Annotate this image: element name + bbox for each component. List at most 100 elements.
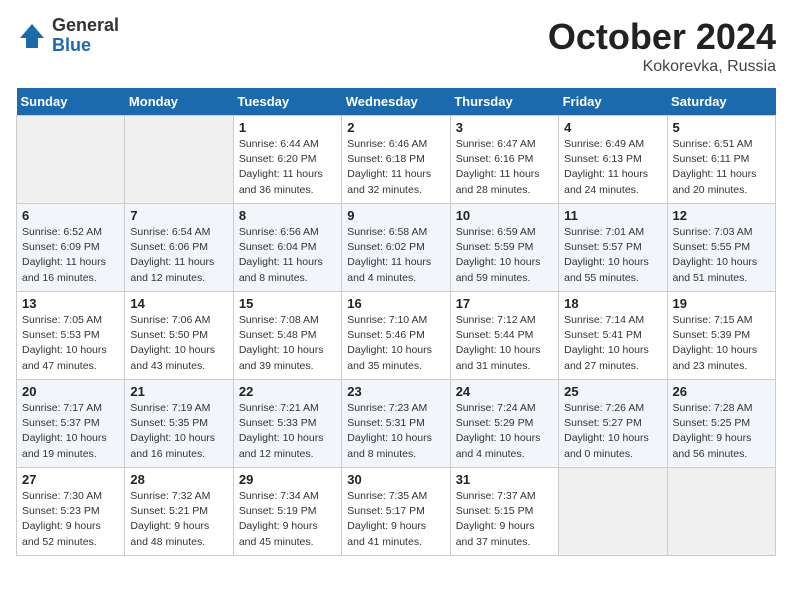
day-number: 23 — [347, 384, 444, 399]
day-info: Sunrise: 6:51 AM Sunset: 6:11 PM Dayligh… — [673, 137, 770, 198]
calendar-cell: 27Sunrise: 7:30 AM Sunset: 5:23 PM Dayli… — [17, 468, 125, 556]
day-info: Sunrise: 7:30 AM Sunset: 5:23 PM Dayligh… — [22, 489, 119, 550]
day-info: Sunrise: 7:34 AM Sunset: 5:19 PM Dayligh… — [239, 489, 336, 550]
day-number: 10 — [456, 208, 553, 223]
calendar-cell: 23 Sunrise: 7:23 AM Sunset: 5:31 PM Dayli… — [342, 380, 450, 468]
logo-icon — [16, 20, 48, 52]
day-number: 17 — [456, 296, 553, 311]
calendar-cell: 5Sunrise: 6:51 AM Sunset: 6:11 PM Daylig… — [667, 116, 775, 204]
calendar-cell — [17, 116, 125, 204]
column-header-friday: Friday — [559, 88, 667, 116]
logo-blue: Blue — [52, 36, 119, 56]
calendar-cell: 26Sunrise: 7:28 AM Sunset: 5:25 PM Dayli… — [667, 380, 775, 468]
logo-general: General — [52, 16, 119, 36]
day-info: Sunrise: 7:21 AM Sunset: 5:33 PM Dayligh… — [239, 401, 336, 462]
day-info: Sunrise: 6:44 AM Sunset: 6:20 PM Dayligh… — [239, 137, 336, 198]
calendar-cell: 16 Sunrise: 7:10 AM Sunset: 5:46 PM Dayli… — [342, 292, 450, 380]
calendar-cell: 22 Sunrise: 7:21 AM Sunset: 5:33 PM Dayli… — [233, 380, 341, 468]
column-header-thursday: Thursday — [450, 88, 558, 116]
day-number: 13 — [22, 296, 119, 311]
day-number: 14 — [130, 296, 227, 311]
calendar-cell — [125, 116, 233, 204]
day-number: 28 — [130, 472, 227, 487]
day-info: Sunrise: 7:06 AM Sunset: 5:50 PM Dayligh… — [130, 313, 227, 374]
calendar-cell — [667, 468, 775, 556]
day-number: 16 — [347, 296, 444, 311]
calendar-cell: 15Sunrise: 7:08 AM Sunset: 5:48 PM Dayli… — [233, 292, 341, 380]
day-number: 19 — [673, 296, 770, 311]
day-info: Sunrise: 7:08 AM Sunset: 5:48 PM Dayligh… — [239, 313, 336, 374]
title-block: October 2024 Kokorevka, Russia — [548, 16, 776, 76]
calendar-cell: 21 Sunrise: 7:19 AM Sunset: 5:35 PM Dayli… — [125, 380, 233, 468]
calendar-cell: 6 Sunrise: 6:52 AM Sunset: 6:09 PM Daylig… — [17, 204, 125, 292]
day-info: Sunrise: 7:37 AM Sunset: 5:15 PM Dayligh… — [456, 489, 553, 550]
calendar-table: SundayMondayTuesdayWednesdayThursdayFrid… — [16, 88, 776, 556]
day-number: 20 — [22, 384, 119, 399]
day-number: 7 — [130, 208, 227, 223]
day-number: 9 — [347, 208, 444, 223]
calendar-cell: 20 Sunrise: 7:17 AM Sunset: 5:37 PM Dayli… — [17, 380, 125, 468]
calendar-week-row: 1 Sunrise: 6:44 AM Sunset: 6:20 PM Daylig… — [17, 116, 776, 204]
calendar-cell: 19 Sunrise: 7:15 AM Sunset: 5:39 PM Dayli… — [667, 292, 775, 380]
day-number: 8 — [239, 208, 336, 223]
calendar-cell: 28Sunrise: 7:32 AM Sunset: 5:21 PM Dayli… — [125, 468, 233, 556]
day-info: Sunrise: 7:15 AM Sunset: 5:39 PM Dayligh… — [673, 313, 770, 374]
day-number: 25 — [564, 384, 661, 399]
calendar-cell: 13 Sunrise: 7:05 AM Sunset: 5:53 PM Dayli… — [17, 292, 125, 380]
page-header: General Blue October 2024 Kokorevka, Rus… — [16, 16, 776, 76]
column-header-monday: Monday — [125, 88, 233, 116]
day-number: 6 — [22, 208, 119, 223]
day-info: Sunrise: 7:19 AM Sunset: 5:35 PM Dayligh… — [130, 401, 227, 462]
day-info: Sunrise: 7:17 AM Sunset: 5:37 PM Dayligh… — [22, 401, 119, 462]
day-info: Sunrise: 7:01 AM Sunset: 5:57 PM Dayligh… — [564, 225, 661, 286]
day-info: Sunrise: 7:35 AM Sunset: 5:17 PM Dayligh… — [347, 489, 444, 550]
logo: General Blue — [16, 16, 119, 56]
calendar-cell: 31 Sunrise: 7:37 AM Sunset: 5:15 PM Dayli… — [450, 468, 558, 556]
calendar-cell: 1 Sunrise: 6:44 AM Sunset: 6:20 PM Daylig… — [233, 116, 341, 204]
day-info: Sunrise: 7:10 AM Sunset: 5:46 PM Dayligh… — [347, 313, 444, 374]
day-number: 31 — [456, 472, 553, 487]
column-header-tuesday: Tuesday — [233, 88, 341, 116]
calendar-cell: 24 Sunrise: 7:24 AM Sunset: 5:29 PM Dayli… — [450, 380, 558, 468]
day-number: 26 — [673, 384, 770, 399]
day-info: Sunrise: 6:46 AM Sunset: 6:18 PM Dayligh… — [347, 137, 444, 198]
day-info: Sunrise: 7:12 AM Sunset: 5:44 PM Dayligh… — [456, 313, 553, 374]
calendar-cell: 25 Sunrise: 7:26 AM Sunset: 5:27 PM Dayli… — [559, 380, 667, 468]
day-number: 21 — [130, 384, 227, 399]
day-info: Sunrise: 7:26 AM Sunset: 5:27 PM Dayligh… — [564, 401, 661, 462]
day-info: Sunrise: 7:03 AM Sunset: 5:55 PM Dayligh… — [673, 225, 770, 286]
day-number: 24 — [456, 384, 553, 399]
day-info: Sunrise: 6:56 AM Sunset: 6:04 PM Dayligh… — [239, 225, 336, 286]
day-number: 22 — [239, 384, 336, 399]
calendar-cell: 29 Sunrise: 7:34 AM Sunset: 5:19 PM Dayli… — [233, 468, 341, 556]
calendar-cell: 12 Sunrise: 7:03 AM Sunset: 5:55 PM Dayli… — [667, 204, 775, 292]
calendar-cell: 3Sunrise: 6:47 AM Sunset: 6:16 PM Daylig… — [450, 116, 558, 204]
calendar-cell: 10Sunrise: 6:59 AM Sunset: 5:59 PM Dayli… — [450, 204, 558, 292]
location: Kokorevka, Russia — [548, 58, 776, 76]
column-header-wednesday: Wednesday — [342, 88, 450, 116]
day-info: Sunrise: 7:05 AM Sunset: 5:53 PM Dayligh… — [22, 313, 119, 374]
calendar-cell — [559, 468, 667, 556]
day-number: 29 — [239, 472, 336, 487]
day-info: Sunrise: 7:24 AM Sunset: 5:29 PM Dayligh… — [456, 401, 553, 462]
day-number: 18 — [564, 296, 661, 311]
day-number: 1 — [239, 120, 336, 135]
calendar-cell: 17 Sunrise: 7:12 AM Sunset: 5:44 PM Dayli… — [450, 292, 558, 380]
day-number: 3 — [456, 120, 553, 135]
calendar-cell: 4Sunrise: 6:49 AM Sunset: 6:13 PM Daylig… — [559, 116, 667, 204]
calendar-week-row: 27Sunrise: 7:30 AM Sunset: 5:23 PM Dayli… — [17, 468, 776, 556]
day-info: Sunrise: 7:14 AM Sunset: 5:41 PM Dayligh… — [564, 313, 661, 374]
day-info: Sunrise: 7:23 AM Sunset: 5:31 PM Dayligh… — [347, 401, 444, 462]
calendar-cell: 8 Sunrise: 6:56 AM Sunset: 6:04 PM Daylig… — [233, 204, 341, 292]
calendar-week-row: 20 Sunrise: 7:17 AM Sunset: 5:37 PM Dayli… — [17, 380, 776, 468]
month-title: October 2024 — [548, 16, 776, 58]
calendar-week-row: 6 Sunrise: 6:52 AM Sunset: 6:09 PM Daylig… — [17, 204, 776, 292]
day-info: Sunrise: 6:54 AM Sunset: 6:06 PM Dayligh… — [130, 225, 227, 286]
calendar-cell: 30Sunrise: 7:35 AM Sunset: 5:17 PM Dayli… — [342, 468, 450, 556]
day-number: 12 — [673, 208, 770, 223]
calendar-cell: 9Sunrise: 6:58 AM Sunset: 6:02 PM Daylig… — [342, 204, 450, 292]
calendar-cell: 11Sunrise: 7:01 AM Sunset: 5:57 PM Dayli… — [559, 204, 667, 292]
calendar-week-row: 13 Sunrise: 7:05 AM Sunset: 5:53 PM Dayli… — [17, 292, 776, 380]
day-info: Sunrise: 6:52 AM Sunset: 6:09 PM Dayligh… — [22, 225, 119, 286]
calendar-cell: 18 Sunrise: 7:14 AM Sunset: 5:41 PM Dayli… — [559, 292, 667, 380]
